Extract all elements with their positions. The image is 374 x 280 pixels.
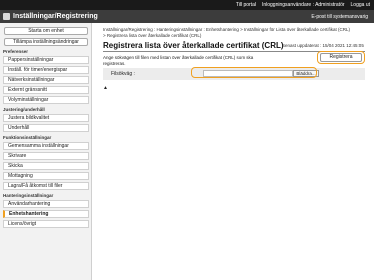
sidebar: Starta om enhet Tillämpa inställningsänd… (0, 23, 92, 280)
sidebar-item-send[interactable]: Skicka (3, 162, 89, 170)
sidebar-item-external-interface[interactable]: Externt gränssnitt (3, 86, 89, 94)
settings-icon (3, 13, 10, 20)
file-input-highlight (191, 67, 317, 78)
main-content: Inställningar/Registrering : Hanteringsi… (95, 23, 374, 280)
sidebar-item-maintenance[interactable]: Underhåll (3, 124, 89, 132)
last-updated-label: Senast uppdaterat : 15/04 2021 12:45:05 (282, 43, 364, 48)
sidebar-item-common[interactable]: Gemensamma inställningar (3, 142, 89, 150)
back-to-top-link[interactable]: ▲ (103, 85, 108, 91)
sidebar-section-maintenance: Justering/underhåll (3, 107, 45, 112)
sidebar-item-paper[interactable]: Pappersinställningar (3, 56, 89, 64)
sidebar-item-image-quality[interactable]: Justera bildkvalitet (3, 114, 89, 122)
sidebar-item-store-access[interactable]: Lagra/Få åtkomst till filer (3, 182, 89, 190)
email-admin-link[interactable]: E-post till systemansvarig (311, 14, 368, 20)
sidebar-item-receive[interactable]: Mottagning (3, 172, 89, 180)
apply-settings-button[interactable]: Tillämpa inställningsändringar (4, 38, 88, 46)
restart-device-button[interactable]: Starta om enhet (4, 27, 88, 35)
page-title: Registrera lista över återkallade certif… (103, 41, 284, 50)
file-path-label: Filsökväg : (111, 71, 135, 77)
arrow-up-icon: ▲ (103, 85, 108, 91)
description-text: Ange sökvägen till filen med listan över… (103, 55, 254, 66)
breadcrumb: Inställningar/Registrering : Hanteringsi… (103, 27, 350, 38)
app-header: Inställningar/Registrering E-post till s… (0, 10, 374, 23)
sidebar-item-printer[interactable]: Skrivare (3, 152, 89, 160)
sidebar-section-functions: Funktionsinställningar (3, 135, 52, 140)
portal-link[interactable]: Till portal (236, 2, 256, 8)
sidebar-item-volume[interactable]: Volyminställningar (3, 96, 89, 104)
sidebar-item-user-management[interactable]: Användarhantering (3, 200, 89, 208)
app-title: Inställningar/Registrering (13, 13, 98, 20)
sidebar-item-device-management[interactable]: Enhetshantering (3, 210, 89, 218)
login-user-label: Inloggningsanvändare : Administratör (261, 2, 345, 8)
top-bar: Till portal Inloggningsanvändare : Admin… (0, 0, 374, 10)
logout-link[interactable]: Logga ut (351, 2, 370, 8)
sidebar-item-network[interactable]: Nätverksinställningar (3, 76, 89, 84)
top-links: Till portal Inloggningsanvändare : Admin… (236, 2, 370, 8)
sidebar-section-management: Hanteringsinställningar (3, 193, 54, 198)
sidebar-item-license[interactable]: Licens/övrigt (3, 220, 89, 228)
register-button[interactable]: Registrera (320, 53, 362, 62)
sidebar-item-timer[interactable]: Inställ. för timer/energispar (3, 66, 89, 74)
sidebar-section-preferences: Preferenser (3, 49, 29, 54)
